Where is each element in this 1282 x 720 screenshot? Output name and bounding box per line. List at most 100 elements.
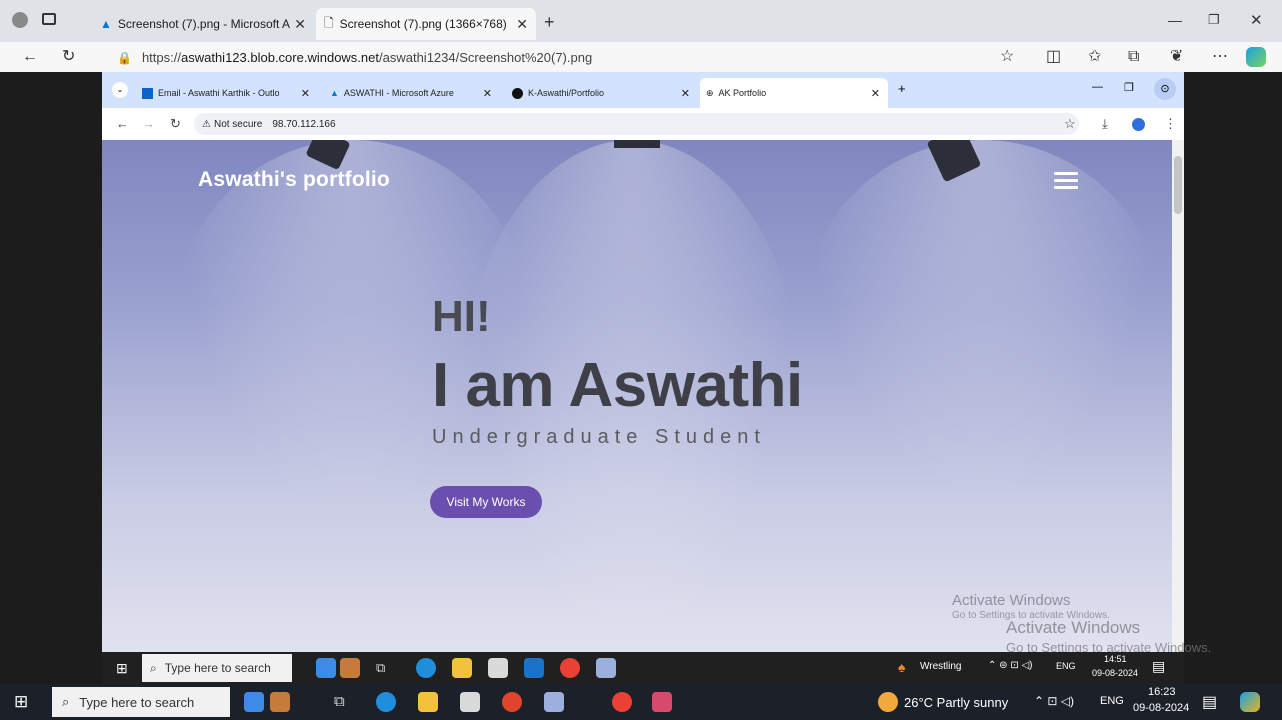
forward-icon[interactable]: → <box>142 108 155 140</box>
spotlight-center <box>614 140 660 148</box>
tab-inner-1[interactable]: Email - Aswathi Karthik - Outlo ✕ <box>136 78 318 108</box>
task-view-icon[interactable]: ⧉ <box>376 660 385 676</box>
tray-icons[interactable]: ⌃ ⊡ ◁) <box>1034 694 1074 708</box>
not-secure-label: Not secure <box>213 118 263 130</box>
edge-icon[interactable] <box>376 692 396 712</box>
inner-taskbar: ⊞ ⌕ Type here to search ⧉ ♠ Wrestling ⌃ … <box>102 652 1184 684</box>
hamburger-menu-icon[interactable] <box>1054 172 1078 190</box>
language-indicator[interactable]: ENG <box>1056 661 1076 671</box>
edge-icon[interactable] <box>416 658 436 678</box>
tab-actions-icon[interactable] <box>42 13 56 25</box>
search-icon: ⌕ <box>150 660 157 675</box>
notifications-icon[interactable]: ▤ <box>1152 658 1165 675</box>
taskbar-search[interactable]: ⌕ Type here to search <box>142 654 292 682</box>
download-icon[interactable]: ⤓ <box>1102 108 1108 140</box>
file-explorer-icon[interactable] <box>418 692 438 712</box>
tray-icons[interactable]: ⌃ ⊜ ⊡ ◁) <box>988 660 1033 671</box>
clock-date[interactable]: 09-08-2024 <box>1133 702 1189 714</box>
close-icon[interactable]: ✕ <box>301 87 310 100</box>
screen-capture-icon[interactable]: ⊙ <box>1154 78 1176 100</box>
clock-time[interactable]: 14:51 <box>1104 654 1127 664</box>
minimize-button[interactable]: — <box>1092 81 1103 93</box>
books-icon[interactable] <box>270 692 290 712</box>
new-tab-button[interactable]: + <box>898 81 906 96</box>
close-icon[interactable]: ✕ <box>483 87 492 100</box>
weather-text[interactable]: 26°C Partly sunny <box>904 695 1008 710</box>
copilot-icon[interactable] <box>1240 692 1260 712</box>
tab-outer-1[interactable]: ▲ Screenshot (7).png - Microsoft A ✕ <box>92 8 314 40</box>
bookmark-star-icon[interactable]: ☆ <box>1064 108 1076 140</box>
store-icon[interactable] <box>488 658 508 678</box>
address-bar[interactable]: ⚠ Not secure 98.70.112.166 <box>194 113 1079 135</box>
task-view-icon[interactable]: ⧉ <box>334 693 345 710</box>
extensions-icon[interactable]: ❦ <box>1170 42 1183 72</box>
chrome-icon[interactable] <box>612 692 632 712</box>
office-icon[interactable] <box>502 692 522 712</box>
favorite-icon[interactable]: ☆ <box>1000 42 1014 72</box>
minimize-button[interactable]: — <box>1168 12 1182 28</box>
refresh-icon[interactable]: ↻ <box>170 108 181 140</box>
tab-outer-2[interactable]: 🗋 Screenshot (7).png (1366×768) ✕ <box>316 8 536 40</box>
inner-tab-strip: ⌄ Email - Aswathi Karthik - Outlo ✕ ▲ AS… <box>102 72 1184 108</box>
copilot-icon[interactable] <box>1246 47 1266 67</box>
profile-icon[interactable] <box>12 12 28 28</box>
scrollbar[interactable] <box>1172 140 1184 684</box>
start-icon[interactable]: ⊞ <box>14 692 28 712</box>
restore-button[interactable]: ❐ <box>1124 81 1134 94</box>
tab-inner-2[interactable]: ▲ ASWATHI - Microsoft Azure ✕ <box>324 78 500 108</box>
close-icon[interactable]: ✕ <box>294 16 306 33</box>
profile-icon[interactable] <box>1132 118 1145 131</box>
new-tab-button[interactable]: + <box>544 12 555 33</box>
outer-toolbar: ← ↻ 🔒 https://aswathi123.blob.core.windo… <box>0 42 1282 72</box>
spotlight-beam-right <box>802 140 1162 500</box>
menu-dots-icon[interactable]: ⋮ <box>1164 108 1177 140</box>
refresh-icon[interactable]: ↻ <box>62 42 75 72</box>
notepad-icon[interactable] <box>544 692 564 712</box>
tab-label: AK Portfolio <box>718 88 767 98</box>
site-brand[interactable]: Aswathi's portfolio <box>198 168 390 192</box>
search-placeholder: Type here to search <box>79 694 195 710</box>
weather-text[interactable]: Wrestling <box>920 661 962 672</box>
search-icon: ⌕ <box>62 694 70 709</box>
scrollbar-thumb[interactable] <box>1174 156 1182 214</box>
notepad-icon[interactable] <box>596 658 616 678</box>
clock-time[interactable]: 16:23 <box>1148 686 1176 698</box>
tab-inner-4[interactable]: ⊕ AK Portfolio ✕ <box>700 78 888 108</box>
books-icon[interactable] <box>340 658 360 678</box>
watermark-title: Activate Windows <box>952 592 1071 609</box>
tab-search-icon[interactable]: ⌄ <box>112 82 128 98</box>
close-icon[interactable]: ✕ <box>871 87 880 100</box>
notifications-icon[interactable]: ▤ <box>1202 692 1217 712</box>
more-icon[interactable]: ⋯ <box>1212 42 1228 72</box>
file-explorer-icon[interactable] <box>452 658 472 678</box>
back-icon[interactable]: ← <box>116 108 129 140</box>
collections-icon[interactable]: ⧉ <box>1128 42 1139 72</box>
widgets-icon[interactable] <box>316 658 336 678</box>
tab-label: ASWATHI - Microsoft Azure <box>343 88 454 98</box>
store-icon[interactable] <box>460 692 480 712</box>
clock-date[interactable]: 09-08-2024 <box>1092 668 1138 678</box>
tab-label: Email - Aswathi Karthik - Outlo <box>158 88 280 98</box>
close-window-button[interactable]: ✕ <box>1250 11 1263 29</box>
tab-label: Screenshot (7).png (1366×768) <box>339 17 507 31</box>
split-screen-icon[interactable]: ◫ <box>1046 42 1061 72</box>
back-icon[interactable]: ← <box>22 42 38 72</box>
visit-my-works-button[interactable]: Visit My Works <box>430 486 542 518</box>
inner-toolbar: ← → ↻ ⚠ Not secure 98.70.112.166 ☆ ⤓ ⋮ <box>102 108 1184 140</box>
close-icon[interactable]: ✕ <box>516 16 528 33</box>
language-indicator[interactable]: ENG <box>1100 695 1124 707</box>
address-bar[interactable]: 🔒 https://aswathi123.blob.core.windows.n… <box>105 45 1025 70</box>
favorites-icon[interactable]: ✩ <box>1088 42 1101 72</box>
widgets-icon[interactable] <box>244 692 264 712</box>
outer-taskbar: ⊞ ⌕ Type here to search ⧉ 26°C Partly su… <box>0 684 1282 720</box>
snipping-tool-icon[interactable] <box>652 692 672 712</box>
start-icon[interactable]: ⊞ <box>116 660 128 677</box>
inner-browser-window: ⌄ Email - Aswathi Karthik - Outlo ✕ ▲ AS… <box>102 72 1184 684</box>
chrome-icon[interactable] <box>560 658 580 678</box>
tab-inner-3[interactable]: K-Aswathi/Portfolio ✕ <box>506 78 698 108</box>
watermark-title-outer: Activate Windows <box>1006 618 1141 637</box>
close-icon[interactable]: ✕ <box>681 87 690 100</box>
restore-button[interactable]: ❐ <box>1208 12 1220 28</box>
taskbar-search[interactable]: ⌕ Type here to search <box>52 687 230 717</box>
mail-icon[interactable] <box>524 658 544 678</box>
